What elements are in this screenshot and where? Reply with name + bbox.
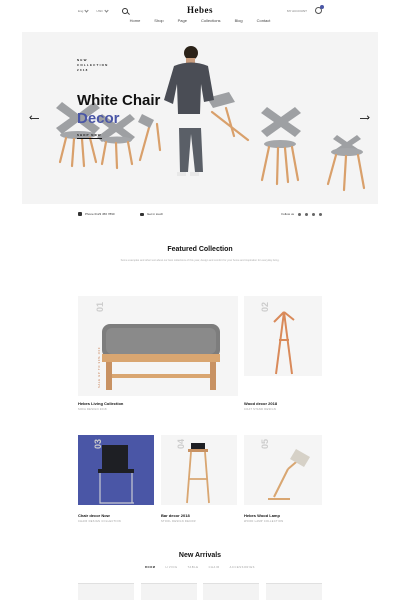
nav-shop[interactable]: Shop bbox=[154, 18, 163, 23]
cart-icon[interactable] bbox=[315, 5, 324, 14]
instagram-icon[interactable] bbox=[319, 212, 322, 216]
chat-contact[interactable]: Get in touch bbox=[140, 212, 163, 216]
shop-now-link[interactable]: SHOP NOW bbox=[77, 133, 102, 139]
nav-contact[interactable]: Contact bbox=[257, 18, 271, 23]
bar-stool-image bbox=[186, 443, 210, 504]
social-links: Follow us bbox=[281, 212, 322, 216]
hero-kicker: NEW COLLECTION 2018 bbox=[77, 58, 109, 72]
account-link[interactable]: MY ACCOUNT bbox=[287, 9, 307, 13]
twitter-icon[interactable] bbox=[305, 212, 308, 216]
nav-page[interactable]: Page bbox=[178, 18, 187, 23]
prev-slide-arrow-icon[interactable] bbox=[29, 115, 40, 121]
top-bar: Eng USD Hebes MY ACCOUNT bbox=[0, 0, 400, 30]
chair-image bbox=[98, 445, 134, 504]
tab-accessories[interactable]: ACCESSORIES bbox=[230, 566, 255, 569]
featured-title: Featured Collection bbox=[167, 246, 233, 253]
next-slide-arrow-icon[interactable] bbox=[360, 115, 370, 121]
chat-icon bbox=[140, 212, 144, 216]
phone-contact[interactable]: Phone 0123 456 7890 bbox=[78, 212, 115, 216]
tab-table[interactable]: TABLE bbox=[188, 566, 199, 569]
featured-card-sofa[interactable]: 01 SALE UP TO 30% OFF Hebes Living Colle… bbox=[78, 296, 238, 416]
card-image bbox=[78, 435, 154, 505]
card-image bbox=[244, 435, 322, 505]
featured-card-coat-stand[interactable]: 02 Wood decor 2018 COAT STAND DESIGN bbox=[244, 296, 322, 416]
product-thumb[interactable] bbox=[265, 583, 322, 600]
hero-illustration bbox=[56, 46, 366, 192]
product-thumb[interactable] bbox=[203, 583, 260, 600]
nav-home[interactable]: Home bbox=[130, 18, 141, 23]
wood-lamp-image bbox=[268, 449, 310, 500]
phone-icon bbox=[78, 212, 82, 216]
featured-description: Some examples and other text about our b… bbox=[120, 259, 280, 262]
card-image bbox=[161, 435, 237, 505]
facebook-icon[interactable] bbox=[298, 212, 301, 216]
product-thumb[interactable] bbox=[78, 583, 134, 600]
nav-collections[interactable]: Collections bbox=[201, 18, 221, 23]
top-right-controls: MY ACCOUNT bbox=[287, 5, 324, 14]
new-arrivals-title: New Arrivals bbox=[178, 552, 222, 559]
main-nav: Home Shop Page Collections Blog Contact bbox=[0, 18, 400, 23]
featured-card-lamp[interactable]: 05 Hebes Wood Lamp WOOD LAMP COLLECTION bbox=[244, 435, 322, 525]
cart-badge bbox=[320, 5, 324, 9]
tab-room[interactable]: ROOM bbox=[145, 566, 155, 569]
featured-card-chair[interactable]: 03 Chair decor Now CHAIR DESIGN COLLECTI… bbox=[78, 435, 154, 525]
tab-living[interactable]: LIVING bbox=[165, 566, 177, 569]
hero-slider: NEW COLLECTION 2018 White Chair Decor SH… bbox=[22, 32, 378, 204]
nav-blog[interactable]: Blog bbox=[235, 18, 243, 23]
contact-strip: Phone 0123 456 7890 Get in touch Follow … bbox=[78, 210, 322, 220]
google-plus-icon[interactable] bbox=[312, 212, 315, 216]
arrivals-tabs: ROOM LIVING TABLE CHAIR ACCESSORIES bbox=[0, 566, 400, 569]
tab-chair[interactable]: CHAIR bbox=[209, 566, 220, 569]
hero-subtitle: Decor bbox=[77, 110, 120, 127]
arrivals-product-row bbox=[78, 583, 322, 600]
product-thumb[interactable] bbox=[140, 583, 197, 600]
sale-vertical-text: SALE UP TO 30% OFF bbox=[98, 346, 101, 388]
card-image bbox=[244, 296, 322, 376]
featured-card-bar-stool[interactable]: 04 Bar decor 2018 STOOL DESIGN DECOR bbox=[161, 435, 237, 525]
coat-stand-image bbox=[273, 311, 295, 375]
site-logo[interactable]: Hebes bbox=[0, 5, 400, 15]
hero-title: White Chair bbox=[77, 92, 161, 109]
